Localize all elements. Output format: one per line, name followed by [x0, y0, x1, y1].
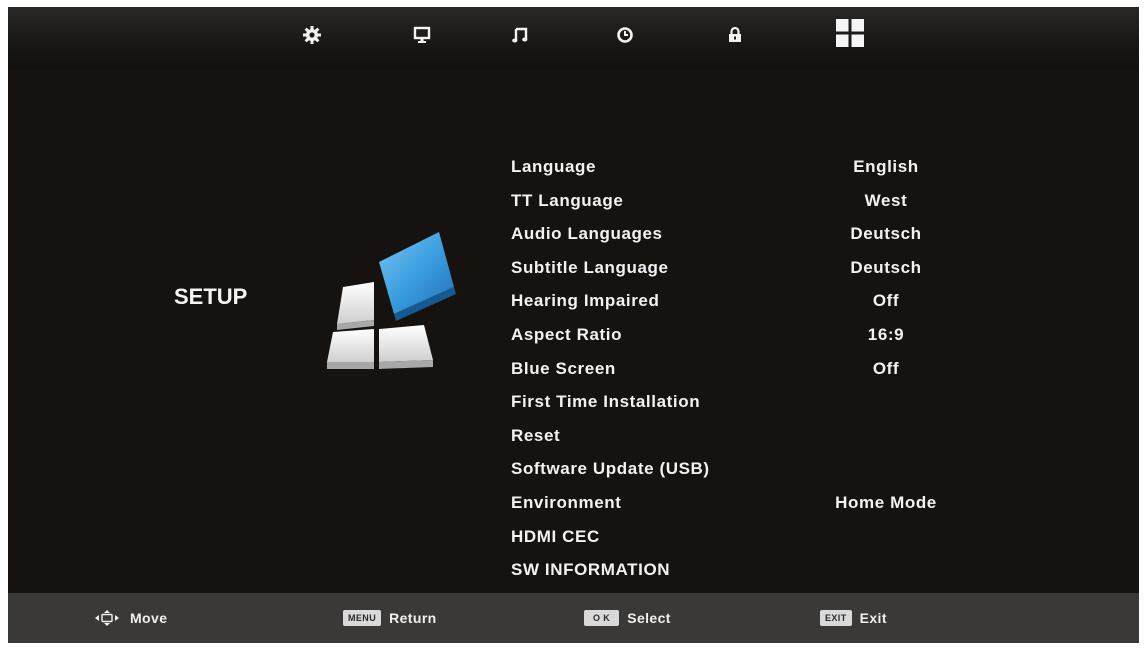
menu-item-label: Subtitle Language: [511, 257, 669, 277]
menu-item-label: Language: [511, 157, 597, 176]
hint-move: Move: [94, 593, 167, 643]
menu-item-value: English: [853, 157, 919, 176]
monitor-icon[interactable]: [410, 23, 434, 47]
menu-item-aspect-ratio[interactable]: Aspect Ratio 16:9: [511, 322, 971, 356]
menu-item-value: West: [864, 190, 908, 210]
menu-item-hearing-impaired[interactable]: Hearing Impaired Off: [511, 288, 971, 322]
clock-icon[interactable]: [613, 23, 637, 47]
menu-item-software-update[interactable]: Software Update (USB): [511, 456, 971, 490]
menu-item-value: Off: [872, 358, 900, 378]
grid-icon[interactable]: [835, 18, 865, 48]
page-title: SETUP: [174, 284, 248, 309]
menu-item-subtitle-language[interactable]: Subtitle Language Deutsch: [511, 255, 971, 289]
menu-item-value: Deutsch: [850, 224, 922, 244]
menu-item-sw-information[interactable]: SW INFORMATION: [511, 557, 971, 591]
hint-label: Return: [389, 610, 437, 626]
menu-item-value: Home Mode: [835, 492, 937, 512]
menu-item-first-time-installation[interactable]: First Time Installation: [511, 389, 971, 423]
menu-item-tt-language[interactable]: TT Language West: [511, 188, 971, 222]
menu-item-value: Deutsch: [850, 257, 922, 277]
hint-label: Exit: [859, 610, 887, 626]
bottom-hint-bar: Move MENU Return O K Select EXIT Exit: [8, 593, 1139, 643]
exit-key-icon: EXIT: [820, 610, 852, 626]
menu-item-value: Off: [872, 291, 900, 311]
menu-item-label: Software Update (USB): [511, 459, 710, 479]
menu-item-label: HDMI CEC: [511, 526, 600, 546]
menu-item-label: Aspect Ratio: [511, 324, 623, 344]
menu-item-environment[interactable]: Environment Home Mode: [511, 490, 971, 524]
lock-icon[interactable]: [723, 23, 747, 47]
directional-pad-icon: [94, 609, 120, 627]
hint-label: Move: [130, 610, 168, 626]
menu-item-label: Reset: [511, 425, 561, 445]
menu-item-label: Audio Languages: [511, 224, 663, 244]
menu-item-label: Blue Screen: [511, 358, 616, 378]
menu-item-blue-screen[interactable]: Blue Screen Off: [511, 356, 971, 390]
setup-graphic-icon: [319, 232, 469, 377]
menu-item-label: TT Language: [511, 190, 624, 210]
top-menu-bar: [8, 7, 1139, 69]
menu-item-hdmi-cec[interactable]: HDMI CEC: [511, 524, 971, 558]
menu-item-label: First Time Installation: [511, 392, 701, 412]
music-note-icon[interactable]: [508, 23, 532, 47]
menu-item-label: SW INFORMATION: [511, 560, 671, 580]
setup-menu: Language English TT Language West Audio …: [511, 154, 971, 591]
hint-return: MENU Return: [343, 593, 437, 643]
menu-item-label: Environment: [511, 492, 622, 512]
menu-key-icon: MENU: [343, 610, 382, 626]
ok-key-icon: O K: [584, 610, 620, 626]
menu-item-language[interactable]: Language English: [511, 154, 971, 188]
hint-label: Select: [627, 610, 671, 626]
gear-icon[interactable]: [300, 23, 324, 47]
hint-select: O K Select: [584, 593, 671, 643]
menu-item-value: 16:9: [867, 324, 905, 344]
tv-screen: SETUP Language English TT Language West …: [8, 7, 1139, 643]
hint-exit: EXIT Exit: [820, 593, 887, 643]
menu-item-label: Hearing Impaired: [511, 291, 660, 311]
menu-item-reset[interactable]: Reset: [511, 423, 971, 457]
menu-item-audio-languages[interactable]: Audio Languages Deutsch: [511, 221, 971, 255]
